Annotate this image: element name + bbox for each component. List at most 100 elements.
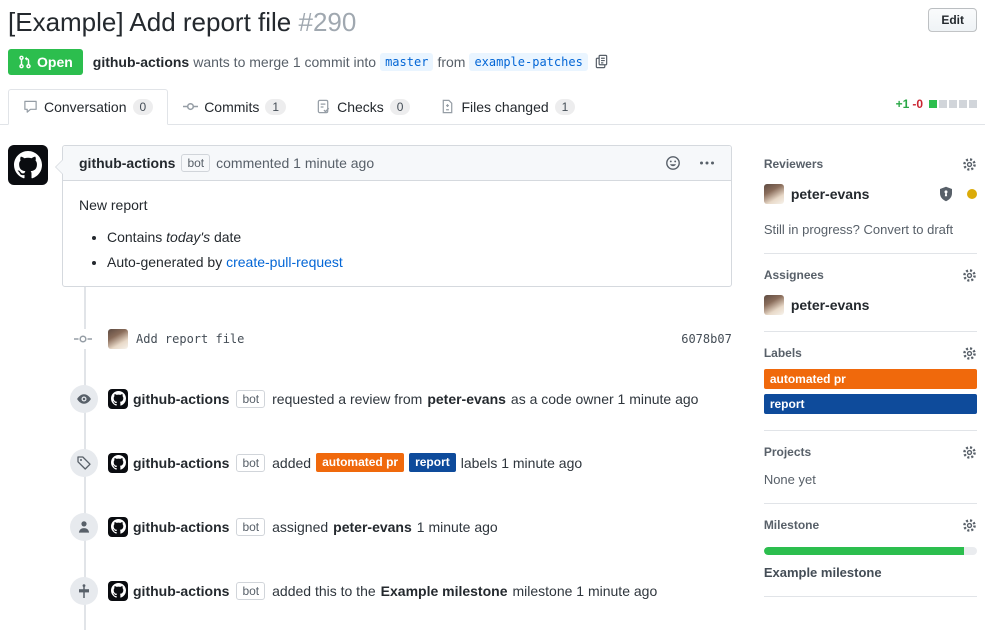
assignee-name[interactable]: peter-evans bbox=[791, 297, 870, 313]
projects-header[interactable]: Projects bbox=[764, 445, 977, 460]
milestone-name-inline[interactable]: Example milestone bbox=[381, 583, 508, 599]
commit-message[interactable]: Add report file bbox=[136, 332, 244, 346]
github-actions-avatar[interactable] bbox=[108, 517, 128, 537]
section-title: Assignees bbox=[764, 268, 824, 282]
sidebar-section-milestone: Milestone Example milestone bbox=[764, 504, 977, 597]
bot-badge: bot bbox=[236, 454, 265, 472]
pending-review-dot bbox=[967, 189, 977, 199]
diff-block bbox=[959, 100, 967, 108]
convert-to-draft-hint[interactable]: Still in progress? Convert to draft bbox=[764, 222, 977, 237]
tab-label: Files changed bbox=[461, 99, 548, 115]
milestone-name[interactable]: Example milestone bbox=[764, 565, 977, 580]
reviewer-name[interactable]: peter-evans bbox=[791, 186, 870, 202]
event-actor[interactable]: github-actions bbox=[133, 391, 229, 407]
milestone-icon bbox=[70, 577, 98, 605]
milestone-progress-track bbox=[764, 547, 977, 555]
comment-intro: New report bbox=[79, 197, 715, 213]
merge-text: wants to merge 1 commit into bbox=[193, 54, 376, 70]
label-automated-pr[interactable]: automated pr bbox=[316, 453, 404, 472]
tab-files-changed[interactable]: Files changed 1 bbox=[425, 89, 590, 125]
head-branch-chip[interactable]: example-patches bbox=[469, 53, 587, 71]
from-text: from bbox=[437, 54, 465, 70]
open-state-badge: Open bbox=[8, 49, 83, 75]
comment-body: New report Contains today's date Auto-ge… bbox=[63, 181, 731, 286]
copy-branch-icon[interactable] bbox=[594, 54, 609, 69]
tab-commits[interactable]: Commits 1 bbox=[168, 89, 301, 125]
tab-count: 1 bbox=[555, 99, 576, 115]
sidebar-section-assignees: Assignees peter-evans bbox=[764, 254, 977, 332]
projects-empty-text: None yet bbox=[764, 472, 977, 487]
assignee-row: peter-evans bbox=[764, 295, 977, 315]
peter-evans-avatar[interactable] bbox=[764, 184, 784, 204]
assignee-name[interactable]: peter-evans bbox=[333, 519, 412, 535]
conversation-timeline: github-actions bot commented 1 minute ag… bbox=[8, 145, 732, 630]
gear-icon[interactable] bbox=[962, 268, 977, 283]
git-pull-request-icon bbox=[18, 55, 32, 69]
create-pull-request-link[interactable]: create-pull-request bbox=[226, 254, 343, 270]
label-report[interactable]: report bbox=[764, 394, 977, 414]
comment-actions bbox=[665, 155, 715, 171]
comment-box: github-actions bot commented 1 minute ag… bbox=[62, 145, 732, 287]
tab-label: Conversation bbox=[44, 99, 127, 115]
tab-conversation[interactable]: Conversation 0 bbox=[8, 89, 168, 125]
label-automated-pr[interactable]: automated pr bbox=[764, 369, 977, 389]
bot-badge: bot bbox=[236, 582, 265, 600]
base-branch-chip[interactable]: master bbox=[380, 53, 433, 71]
state-label: Open bbox=[37, 54, 73, 70]
gear-icon[interactable] bbox=[962, 518, 977, 533]
pr-content: github-actions bot commented 1 minute ag… bbox=[0, 145, 985, 630]
event-actor[interactable]: github-actions bbox=[133, 583, 229, 599]
comment-icon bbox=[23, 99, 38, 114]
commit-row: Add report file 6078b07 bbox=[8, 329, 732, 349]
timeline-event-milestoned: github-actions bot added this to the Exa… bbox=[8, 577, 732, 605]
reviewer-row: peter-evans bbox=[764, 184, 977, 204]
timeline-event-labels-added: github-actions bot added automated pr re… bbox=[8, 449, 732, 477]
milestone-header[interactable]: Milestone bbox=[764, 518, 977, 533]
comment-author[interactable]: github-actions bbox=[79, 155, 175, 171]
labels-header[interactable]: Labels bbox=[764, 346, 977, 361]
label-report[interactable]: report bbox=[409, 453, 456, 472]
labels-list: automated pr report bbox=[764, 369, 977, 414]
gear-icon[interactable] bbox=[962, 445, 977, 460]
section-title: Reviewers bbox=[764, 157, 823, 171]
section-title: Milestone bbox=[764, 518, 819, 532]
kebab-menu-icon[interactable] bbox=[699, 155, 715, 171]
emoji-reaction-icon[interactable] bbox=[665, 155, 681, 171]
tag-icon bbox=[70, 449, 98, 477]
comment-timestamp[interactable]: commented 1 minute ago bbox=[216, 155, 374, 171]
edit-button[interactable]: Edit bbox=[928, 8, 977, 32]
github-actions-avatar[interactable] bbox=[108, 389, 128, 409]
pull-request-page: [Example] Add report file #290 Edit Open… bbox=[0, 0, 985, 630]
section-title: Projects bbox=[764, 445, 811, 459]
checklist-icon bbox=[316, 99, 331, 114]
github-actions-avatar[interactable] bbox=[108, 581, 128, 601]
event-actor[interactable]: github-actions bbox=[133, 455, 229, 471]
peter-evans-avatar[interactable] bbox=[764, 295, 784, 315]
page-title: [Example] Add report file #290 bbox=[8, 6, 977, 39]
github-actions-avatar[interactable] bbox=[8, 145, 48, 185]
eye-icon bbox=[70, 385, 98, 413]
github-actions-avatar[interactable] bbox=[108, 453, 128, 473]
diff-block bbox=[939, 100, 947, 108]
comment-header: github-actions bot commented 1 minute ag… bbox=[63, 146, 731, 181]
tab-checks[interactable]: Checks 0 bbox=[301, 89, 425, 125]
reviewer-name[interactable]: peter-evans bbox=[427, 391, 506, 407]
event-actor[interactable]: github-actions bbox=[133, 519, 229, 535]
reviewers-header[interactable]: Reviewers bbox=[764, 157, 977, 172]
committer-avatar[interactable] bbox=[108, 329, 128, 349]
person-icon bbox=[70, 513, 98, 541]
pr-sidebar: Reviewers peter-evans bbox=[764, 145, 977, 630]
pr-author[interactable]: github-actions bbox=[93, 54, 189, 70]
gear-icon[interactable] bbox=[962, 157, 977, 172]
pr-title-text: [Example] Add report file bbox=[8, 7, 291, 37]
additions-count: +1 bbox=[896, 97, 910, 111]
shield-lock-icon bbox=[938, 186, 954, 202]
timeline-event-assigned: github-actions bot assigned peter-evans … bbox=[8, 513, 732, 541]
file-diff-icon bbox=[440, 99, 455, 114]
section-title: Labels bbox=[764, 346, 802, 360]
assignees-header[interactable]: Assignees bbox=[764, 268, 977, 283]
bot-badge: bot bbox=[236, 390, 265, 408]
gear-icon[interactable] bbox=[962, 346, 977, 361]
tab-label: Checks bbox=[337, 99, 384, 115]
commit-sha[interactable]: 6078b07 bbox=[681, 332, 732, 346]
